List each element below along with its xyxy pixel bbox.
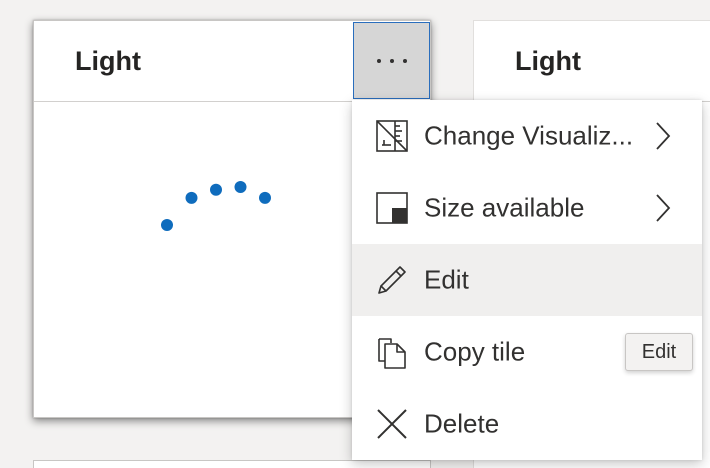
chevron-right-icon xyxy=(656,194,671,222)
ellipsis-icon xyxy=(376,58,407,63)
menu-item-size-available[interactable]: Size available xyxy=(352,172,702,244)
menu-item-label: Delete xyxy=(424,408,500,439)
change-visualization-icon xyxy=(374,118,410,154)
tile-partial[interactable] xyxy=(33,460,431,468)
tile-header: Light xyxy=(474,21,710,102)
tile-title: Light xyxy=(75,46,141,76)
copy-icon xyxy=(374,334,410,370)
menu-item-delete[interactable]: Delete xyxy=(352,388,702,460)
menu-item-label: Copy tile xyxy=(424,336,526,367)
pencil-icon xyxy=(374,262,410,298)
scatter-point[interactable] xyxy=(185,191,198,204)
menu-item-label: Edit xyxy=(424,264,469,295)
close-icon xyxy=(374,406,410,442)
scatter-point[interactable] xyxy=(161,219,173,231)
more-options-button[interactable] xyxy=(353,22,430,99)
menu-item-edit[interactable]: Edit xyxy=(352,244,702,316)
context-menu: Change Visualiz... Size available Edit C… xyxy=(352,100,702,460)
scatter-point[interactable] xyxy=(259,191,271,204)
menu-item-label: Change Visualiz... xyxy=(424,120,634,151)
tile-header: Light xyxy=(34,21,430,102)
size-available-icon xyxy=(374,190,410,226)
menu-item-change-visualization[interactable]: Change Visualiz... xyxy=(352,100,702,172)
scatter-point[interactable] xyxy=(234,181,247,193)
chevron-right-icon xyxy=(656,122,671,150)
edit-tooltip: Edit xyxy=(625,333,693,371)
tile-title: Light xyxy=(515,46,581,76)
dashboard-canvas: Light Light Change Visualiz... Size avai… xyxy=(0,0,710,468)
menu-item-label: Size available xyxy=(424,192,585,223)
scatter-point[interactable] xyxy=(210,183,222,196)
